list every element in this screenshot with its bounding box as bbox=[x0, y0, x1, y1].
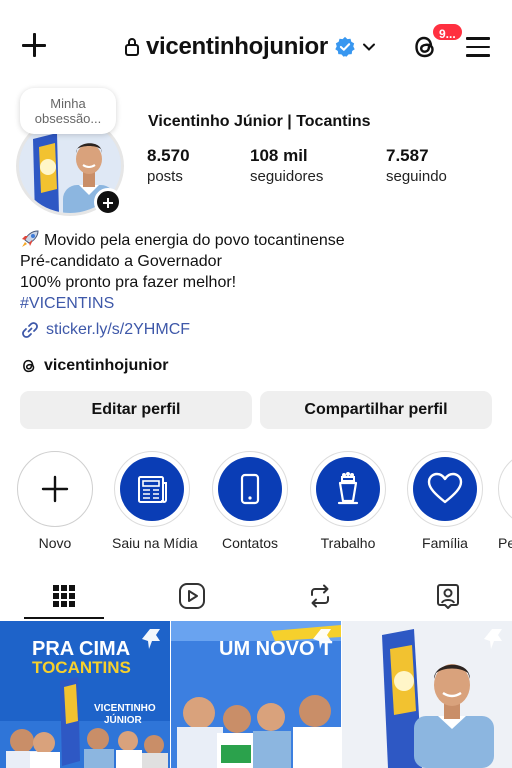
post-thumbnail[interactable]: PRA CIMA TOCANTINS VICENTINHO JÚNIOR bbox=[0, 621, 170, 768]
post-name-1: VICENTINHO bbox=[94, 703, 156, 714]
profile-note[interactable]: Minha obsessão... bbox=[20, 88, 116, 134]
highlight-label: Saiu na Mídia bbox=[112, 535, 198, 551]
post-image bbox=[342, 621, 512, 768]
add-story-button[interactable] bbox=[94, 188, 122, 216]
post-thumbnail[interactable]: UM NOVO T bbox=[171, 621, 341, 768]
notification-badge[interactable]: 9... bbox=[431, 22, 464, 42]
lock-icon bbox=[125, 38, 139, 56]
highlight-family[interactable]: Família bbox=[405, 451, 485, 551]
stat-followers[interactable]: 108 mil seguidores bbox=[250, 146, 323, 185]
highlight-media[interactable]: Saiu na Mídia bbox=[112, 451, 198, 551]
bio-line-3: 100% pronto pra fazer melhor! bbox=[20, 274, 237, 291]
highlight-new[interactable]: Novo bbox=[15, 451, 95, 551]
post-image: UM NOVO T bbox=[171, 621, 341, 768]
highlight-label: Novo bbox=[38, 535, 72, 551]
bio-line-1: Movido pela energia do povo tocantinense bbox=[44, 232, 345, 249]
tab-reels[interactable] bbox=[128, 573, 256, 619]
highlight-label: Contatos bbox=[221, 535, 279, 551]
highlight-label: Trabalho bbox=[320, 535, 376, 551]
rocket-icon bbox=[22, 230, 39, 247]
bio-line-2: Pré-candidato a Governador bbox=[20, 253, 222, 270]
newspaper-icon bbox=[138, 476, 167, 503]
hamburger-menu-icon[interactable] bbox=[466, 36, 492, 58]
stat-label: seguidores bbox=[250, 168, 324, 185]
highlight-label: Família bbox=[422, 535, 468, 551]
bio-hashtag[interactable]: #VICENTINS bbox=[20, 293, 345, 314]
post-headline-2: TOCANTINS bbox=[32, 658, 131, 677]
heart-icon bbox=[427, 472, 463, 504]
chevron-down-icon bbox=[362, 43, 375, 51]
username: vicentinhojunior bbox=[146, 33, 328, 60]
plus-icon bbox=[41, 475, 69, 503]
active-tab-indicator bbox=[24, 617, 104, 619]
tagged-icon bbox=[437, 584, 459, 609]
tab-tagged[interactable] bbox=[384, 573, 512, 619]
edit-profile-button[interactable]: Editar perfil bbox=[20, 391, 252, 429]
post-image: PRA CIMA TOCANTINS VICENTINHO JÚNIOR bbox=[0, 621, 170, 768]
new-post-button[interactable] bbox=[18, 30, 50, 62]
stat-label: seguindo bbox=[386, 168, 447, 185]
tab-reposts[interactable] bbox=[256, 573, 384, 619]
stat-value: 7.587 bbox=[386, 146, 429, 165]
highlight-contacts[interactable]: Contatos bbox=[210, 451, 290, 551]
post-name-2: JÚNIOR bbox=[104, 713, 143, 726]
post-thumbnail[interactable] bbox=[342, 621, 512, 768]
profile-link[interactable]: sticker.ly/s/2YHMCF bbox=[20, 320, 190, 340]
top-bar: vicentinhojunior 9... bbox=[0, 0, 512, 92]
share-profile-button[interactable]: Compartilhar perfil bbox=[260, 391, 492, 429]
account-switcher[interactable]: vicentinhojunior bbox=[124, 31, 376, 63]
link-text: sticker.ly/s/2YHMCF bbox=[46, 321, 191, 338]
post-headline-1: UM NOVO T bbox=[219, 638, 332, 660]
highlight-partial[interactable]: Pe bbox=[498, 451, 512, 551]
tab-grid[interactable] bbox=[0, 573, 128, 619]
reels-icon bbox=[179, 583, 205, 609]
profile-tabs bbox=[0, 573, 512, 619]
verified-badge-icon bbox=[335, 36, 355, 57]
stat-posts[interactable]: 8.570 posts bbox=[147, 146, 190, 185]
post-headline-1: PRA CIMA bbox=[32, 638, 130, 660]
link-icon bbox=[22, 322, 38, 338]
note-text: Minha obsessão... bbox=[34, 96, 102, 126]
stat-label: posts bbox=[147, 168, 183, 185]
stat-following[interactable]: 7.587 seguindo bbox=[386, 146, 447, 185]
threads-icon bbox=[23, 359, 35, 373]
stat-value: 108 mil bbox=[250, 146, 308, 165]
profile-bio: Movido pela energia do povo tocantinense… bbox=[20, 230, 345, 314]
highlight-label: Pe bbox=[498, 535, 512, 551]
stat-value: 8.570 bbox=[147, 146, 190, 165]
repost-icon bbox=[311, 584, 329, 608]
podium-icon bbox=[337, 472, 359, 505]
threads-handle: vicentinhojunior bbox=[44, 357, 169, 374]
grid-icon bbox=[53, 585, 75, 607]
phone-icon bbox=[240, 473, 260, 505]
display-name: Vicentinho Júnior | Tocantins bbox=[148, 113, 371, 130]
highlight-work[interactable]: Trabalho bbox=[308, 451, 388, 551]
threads-profile-link[interactable]: vicentinhojunior bbox=[20, 357, 168, 375]
